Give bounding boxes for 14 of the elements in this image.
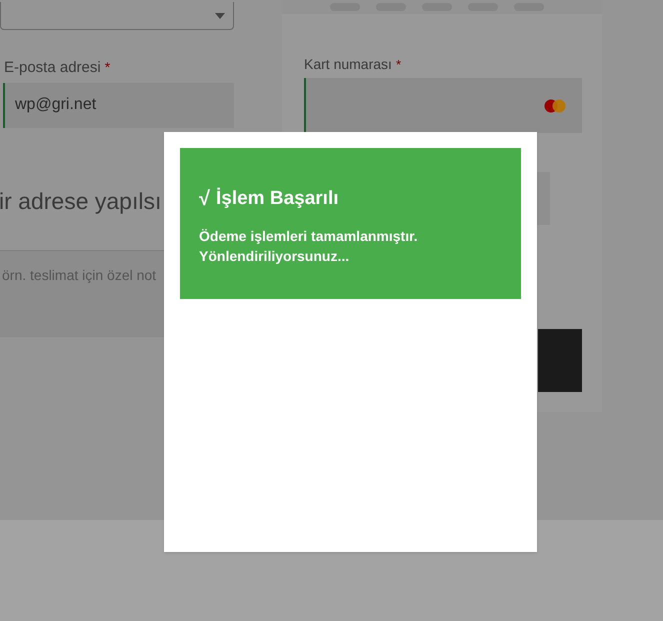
pay-button[interactable] xyxy=(538,329,582,392)
required-mark: * xyxy=(396,56,401,74)
success-title: İşlem Başarılı xyxy=(216,186,339,211)
card-number-label: Kart numarası xyxy=(304,55,392,74)
success-message: Ödeme işlemleri tamamlanmıştır. xyxy=(199,227,419,246)
email-field[interactable]: wp@gri.net xyxy=(3,82,234,128)
caret-icon xyxy=(215,12,225,18)
card-number-field[interactable] xyxy=(304,78,582,133)
required-mark: * xyxy=(104,58,110,77)
country-select[interactable] xyxy=(0,2,234,30)
email-label: E-posta adresi xyxy=(4,58,101,78)
shipping-heading: ir adrese yapılsı xyxy=(0,186,162,216)
check-mark: √ xyxy=(199,187,210,212)
card-brand-icon xyxy=(544,98,566,112)
